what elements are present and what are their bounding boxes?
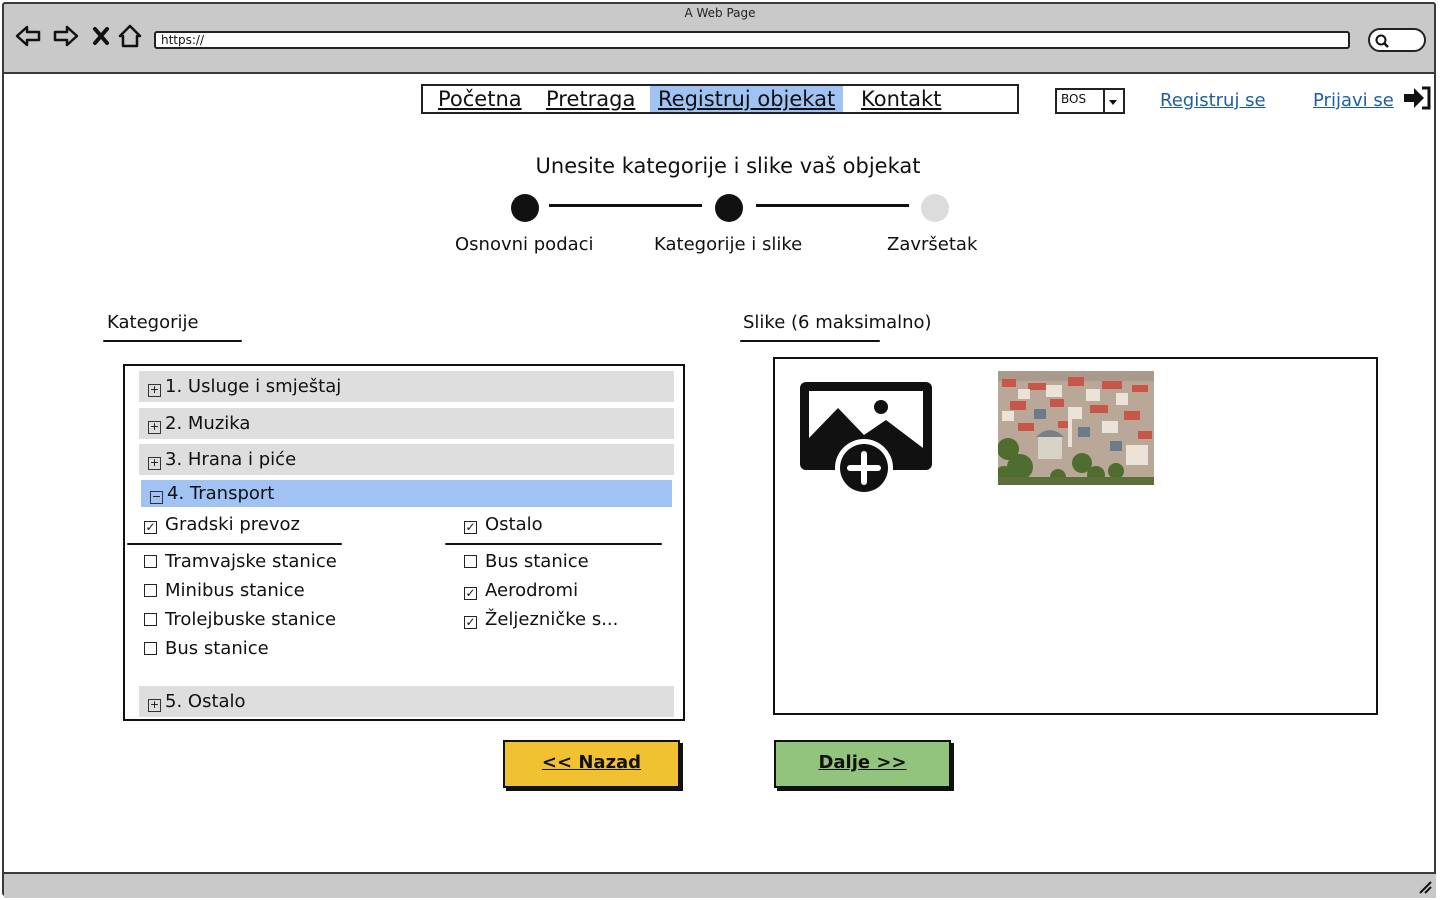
- category-muzika[interactable]: +2. Muzika: [139, 408, 674, 439]
- collapse-icon[interactable]: −: [150, 491, 163, 504]
- expand-icon[interactable]: +: [148, 421, 161, 434]
- heading-underline: [740, 340, 880, 342]
- step-3-dot: [921, 194, 949, 222]
- checkbox-label: Minibus stanice: [165, 580, 305, 601]
- nav-kontakt[interactable]: Kontakt: [861, 86, 941, 112]
- categories-tree: +1. Usluge i smještaj +2. Muzika +3. Hra…: [123, 364, 685, 721]
- checkbox-icon[interactable]: [464, 555, 477, 568]
- checkbox-bus-stanice[interactable]: Bus stanice: [144, 638, 269, 660]
- checkbox-minibus[interactable]: Minibus stanice: [144, 580, 305, 602]
- checkbox-gradski-prevoz[interactable]: ✓ Gradski prevoz: [144, 514, 300, 536]
- checkbox-aerodromi[interactable]: ✓ Aerodromi: [464, 580, 578, 602]
- expand-icon[interactable]: +: [148, 457, 161, 470]
- category-hrana[interactable]: +3. Hrana i piće: [139, 444, 674, 475]
- category-label: 1. Usluge i smještaj: [165, 376, 342, 397]
- checkbox-tramvajske[interactable]: Tramvajske stanice: [144, 551, 337, 573]
- expand-icon[interactable]: +: [148, 699, 161, 712]
- checkbox-label: Aerodromi: [485, 580, 579, 601]
- checkbox-label: Ostalo: [485, 514, 543, 535]
- categories-heading: Kategorije: [107, 312, 199, 333]
- checkbox-icon[interactable]: [144, 584, 157, 597]
- checkbox-label: Bus stanice: [485, 551, 589, 572]
- checkbox-checked-icon[interactable]: ✓: [464, 521, 477, 534]
- checkbox-checked-icon[interactable]: ✓: [464, 616, 477, 629]
- checkbox-icon[interactable]: [144, 555, 157, 568]
- category-label: 3. Hrana i piće: [165, 449, 297, 470]
- step-2-dot: [715, 194, 743, 222]
- dropdown-arrow-icon: [1103, 90, 1123, 112]
- category-transport[interactable]: −4. Transport: [139, 478, 674, 509]
- checkbox-ostalo[interactable]: ✓ Ostalo: [464, 514, 543, 536]
- checkbox-label: Tramvajske stanice: [165, 551, 337, 572]
- expand-icon[interactable]: +: [148, 384, 161, 397]
- nav-pretraga[interactable]: Pretraga: [546, 86, 635, 112]
- language-value: BOS: [1061, 92, 1087, 106]
- city-photo[interactable]: [998, 371, 1154, 485]
- step-connector: [549, 204, 702, 207]
- checkbox-label: Željezničke s...: [485, 609, 619, 630]
- register-link[interactable]: Registruj se: [1160, 90, 1266, 111]
- checkbox-checked-icon[interactable]: ✓: [144, 521, 157, 534]
- status-bar: [4, 872, 1436, 898]
- heading-underline: [103, 340, 242, 342]
- checkbox-label: Trolejbuske stanice: [165, 609, 337, 630]
- nav-pocetna[interactable]: Početna: [438, 86, 522, 112]
- checkbox-label: Gradski prevoz: [165, 514, 300, 535]
- category-ostalo[interactable]: +5. Ostalo: [139, 686, 674, 717]
- checkbox-checked-icon[interactable]: ✓: [464, 587, 477, 600]
- nav-registruj-objekat[interactable]: Registruj objekat: [650, 86, 844, 112]
- checkbox-bus-stanice-2[interactable]: Bus stanice: [464, 551, 589, 573]
- language-select[interactable]: BOS: [1055, 88, 1125, 114]
- add-image-icon[interactable]: [798, 380, 934, 498]
- login-link[interactable]: Prijavi se: [1313, 90, 1394, 111]
- checkbox-label: Bus stanice: [165, 638, 269, 659]
- category-label: 5. Ostalo: [165, 691, 246, 712]
- category-label: 2. Muzika: [165, 413, 251, 434]
- checkbox-zeljeznicke[interactable]: ✓ Željezničke s...: [464, 609, 618, 631]
- checkbox-icon[interactable]: [144, 613, 157, 626]
- checkbox-icon[interactable]: [144, 642, 157, 655]
- step-1-dot: [511, 194, 539, 222]
- group-underline: [127, 543, 342, 545]
- step-connector: [756, 204, 909, 207]
- step-2-label: Kategorije i slike: [654, 234, 803, 255]
- wizard-title: Unesite kategorije i slike vaš objekat: [535, 154, 921, 178]
- login-icon[interactable]: [1402, 85, 1432, 111]
- step-3-label: Završetak: [887, 234, 978, 255]
- category-label: 4. Transport: [167, 483, 275, 504]
- images-heading: Slike (6 maksimalno): [743, 312, 932, 333]
- checkbox-trolejbuske[interactable]: Trolejbuske stanice: [144, 609, 336, 631]
- group-underline: [445, 543, 662, 545]
- main-nav: Početna Pretraga Registruj objekat Konta…: [421, 84, 1019, 114]
- resize-grip-icon[interactable]: [1416, 878, 1432, 894]
- images-panel: [773, 357, 1378, 715]
- back-button[interactable]: << Nazad: [503, 740, 680, 788]
- next-button[interactable]: Dalje >>: [774, 740, 951, 788]
- step-1-label: Osnovni podaci: [455, 234, 594, 255]
- category-usluge[interactable]: +1. Usluge i smještaj: [139, 371, 674, 402]
